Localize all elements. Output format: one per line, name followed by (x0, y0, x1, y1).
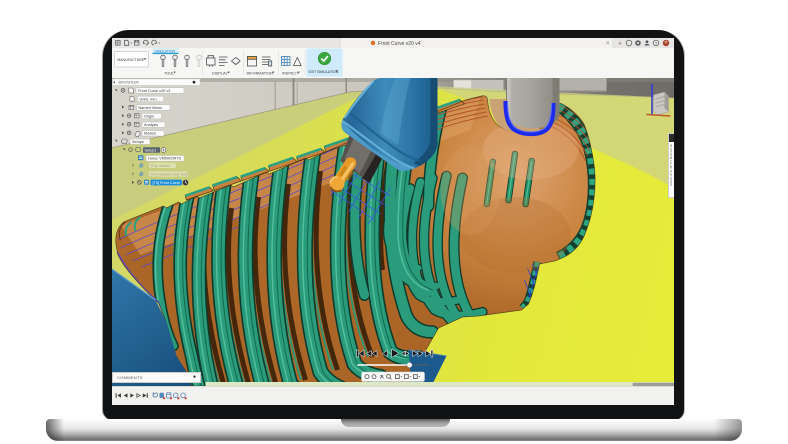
svg-text:Front Curve v20 v3: Front Curve v20 v3 (138, 89, 170, 93)
svg-text:EXIT SIMULATION: EXIT SIMULATION (308, 70, 338, 74)
svg-text:Origin: Origin (144, 115, 154, 119)
svg-text:Units: mm: Units: mm (139, 97, 156, 101)
svg-text:Huroc VM5WORTS: Huroc VM5WORTS (148, 157, 182, 161)
svg-text:+: + (618, 40, 622, 47)
svg-text:BROWSER: BROWSER (118, 81, 139, 85)
svg-text:Named Views: Named Views (138, 106, 161, 110)
svg-text:INFORMATION: INFORMATION (246, 72, 273, 76)
svg-text:Analysis: Analysis (144, 123, 158, 127)
svg-text:SIMULATION: SIMULATION (154, 49, 175, 53)
svg-text:TOOL: TOOL (164, 72, 174, 76)
svg-text:Models: Models (144, 132, 156, 136)
svg-text:[T1] Helical Long Tool: [T1] Helical Long Tool (150, 173, 187, 177)
svg-text:INSPECT: INSPECT (282, 72, 299, 76)
svg-text:Setups: Setups (132, 140, 144, 144)
svg-text:[T5] Front Curve: [T5] Front Curve (152, 181, 180, 185)
svg-text:MANUFACTURE: MANUFACTURE (117, 58, 145, 62)
svg-text:Setup1: Setup1 (144, 148, 156, 152)
svg-text:DISPLAY: DISPLAY (212, 72, 228, 76)
svg-text:[T1] Helical: [T1] Helical (150, 164, 169, 168)
svg-text:Front Curve v20 v4: Front Curve v20 v4 (378, 41, 421, 47)
svg-text:×: × (606, 41, 610, 47)
